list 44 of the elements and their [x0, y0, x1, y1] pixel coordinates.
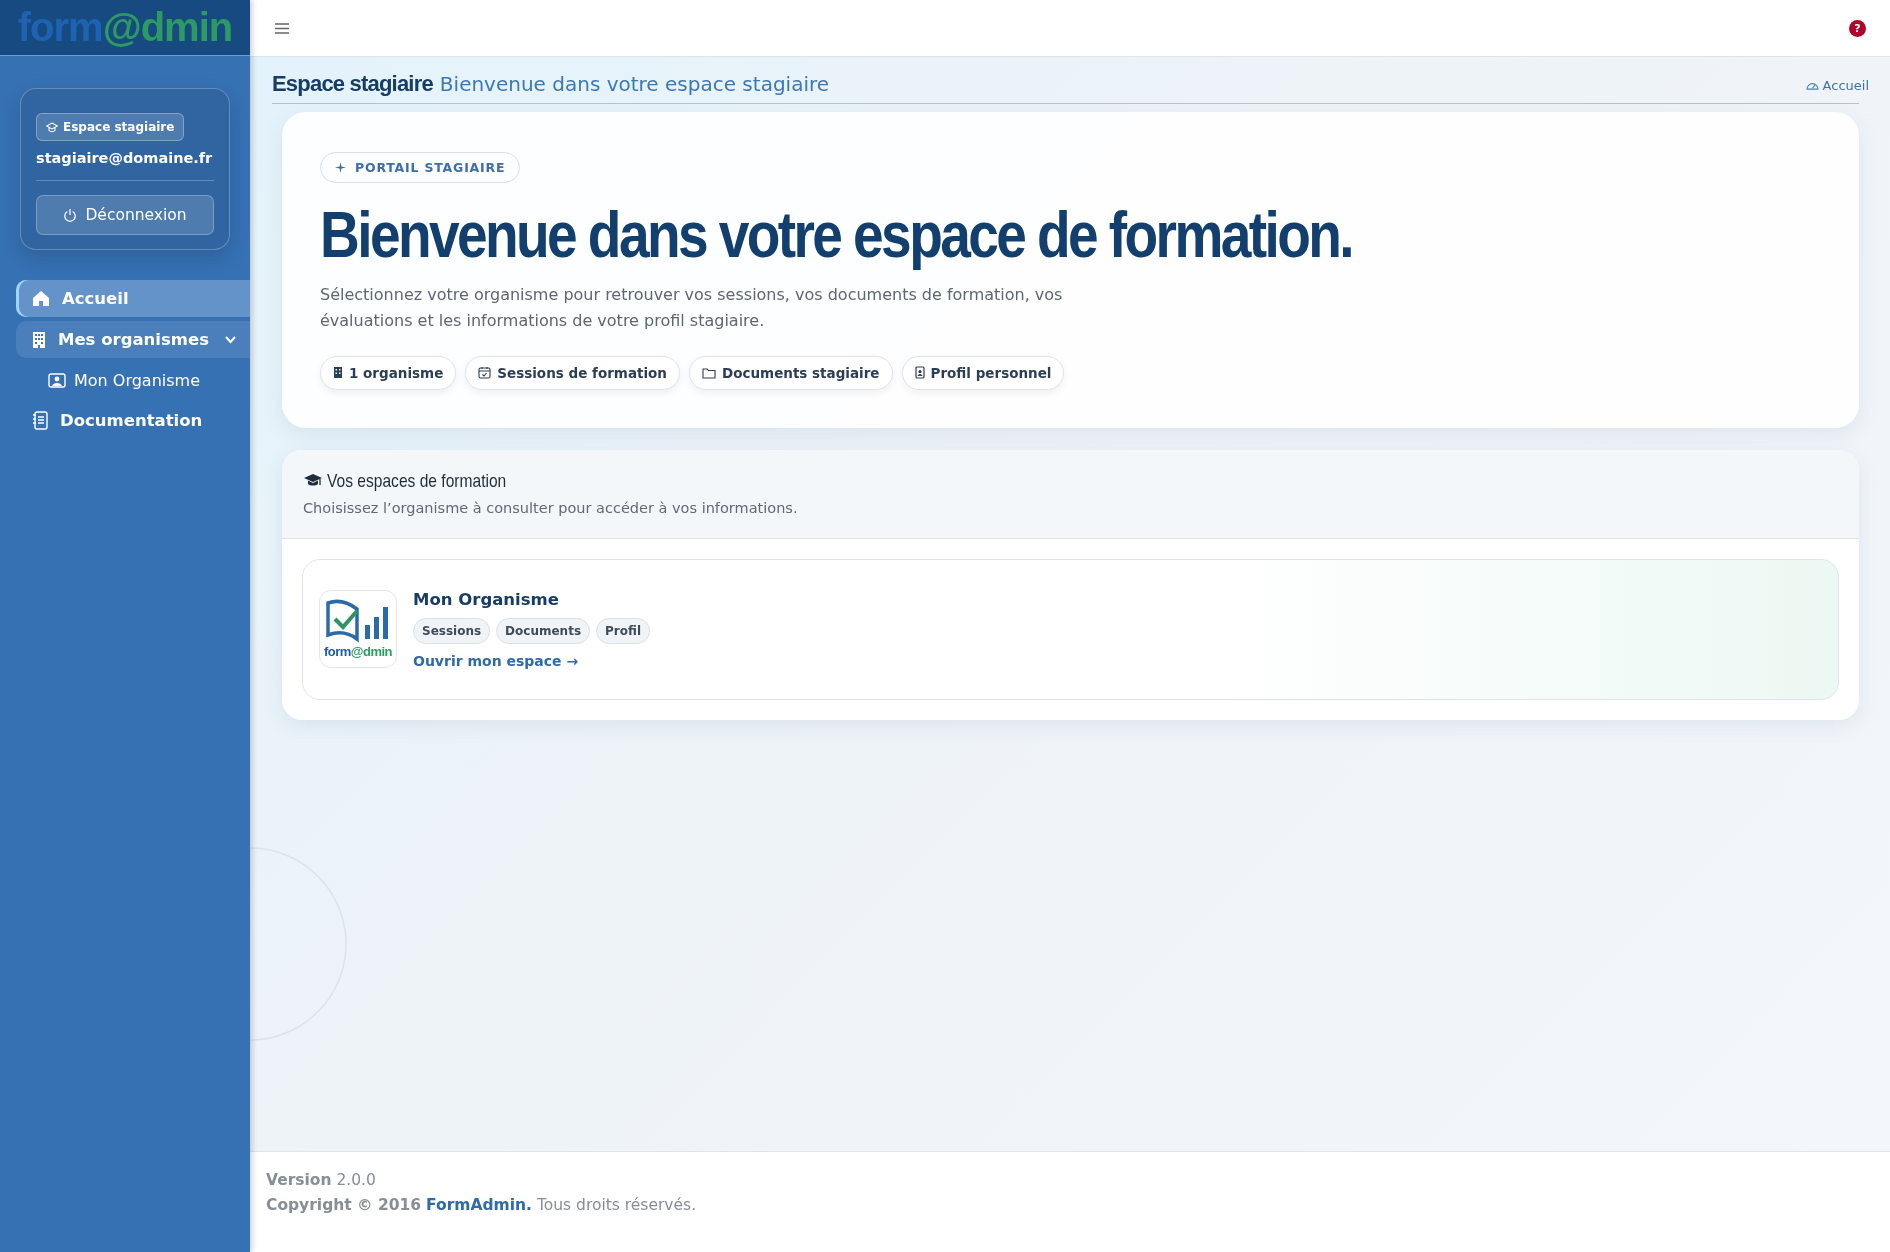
- tag: Documents: [496, 617, 591, 644]
- gauge-icon: [1805, 80, 1819, 91]
- calendar-icon: [478, 366, 492, 380]
- graduation-cap-icon: [46, 121, 58, 133]
- copyright-text: Copyright © 2016 FormAdmin. Tous droits réservés.: [266, 1195, 698, 1216]
- building-icon: [32, 330, 46, 349]
- logout-button[interactable]: Déconnexion: [36, 195, 214, 235]
- feature-chip: Sessions de formation: [465, 355, 680, 390]
- notebook-icon: [32, 411, 48, 430]
- role-badge: Espace stagiaire: [36, 113, 185, 141]
- tag: Sessions: [413, 617, 491, 644]
- portrait-icon: [48, 372, 66, 388]
- user-email: stagiaire@domaine.fr: [36, 150, 214, 166]
- organization-card[interactable]: form@dmin Mon Organisme Sessions Documents Profil Ouvrir mon espace →: [302, 558, 1839, 700]
- feature-chip: 1 organisme: [320, 355, 457, 390]
- logo-text: form@dmin: [323, 644, 393, 660]
- home-icon: [32, 290, 50, 307]
- chart-book-icon: [325, 599, 391, 644]
- nav-item[interactable]: Mes organismes: [16, 321, 250, 358]
- feature-chip: Profil personnel: [901, 355, 1065, 390]
- power-icon: [63, 208, 78, 222]
- section-title: Vos espaces de formation: [327, 469, 507, 492]
- open-space-link[interactable]: Ouvrir mon espace →: [413, 652, 650, 669]
- section-subtitle: Choisissez l’organisme à consulter pour accéder à vos informations.: [303, 499, 799, 516]
- formadmin-link[interactable]: FormAdmin.: [426, 1196, 532, 1214]
- hero-description: Sélectionnez votre organisme pour retrouver vos sessions, vos documents de formation, vos évaluations et les informations de votre profil stagiaire.: [320, 283, 1064, 332]
- hero-heading: Bienvenue dans votre espace de formation.: [320, 198, 1354, 273]
- sparkle-icon: [335, 162, 346, 173]
- menu-icon[interactable]: [274, 21, 290, 35]
- feature-chip: Documents stagiaire: [688, 355, 893, 390]
- organization-name: Mon Organisme: [413, 589, 560, 609]
- tag: Profil: [596, 617, 650, 644]
- page-title: Espace stagiaire: [272, 71, 433, 97]
- building-icon: [333, 366, 343, 380]
- nav-item[interactable]: Accueil: [16, 280, 250, 317]
- folder-icon: [701, 366, 716, 379]
- nav-subitem[interactable]: Mon Organisme: [16, 362, 250, 398]
- page-subtitle: Bienvenue dans votre espace stagiaire: [439, 72, 831, 96]
- version-text: Version 2.0.0: [266, 1170, 377, 1191]
- id-badge-icon: [914, 366, 925, 380]
- nav-item[interactable]: Documentation: [16, 402, 250, 439]
- chevron-icon[interactable]: [225, 335, 236, 344]
- help-badge[interactable]: ?: [1849, 19, 1866, 37]
- breadcrumb-link[interactable]: Accueil: [1805, 78, 1869, 93]
